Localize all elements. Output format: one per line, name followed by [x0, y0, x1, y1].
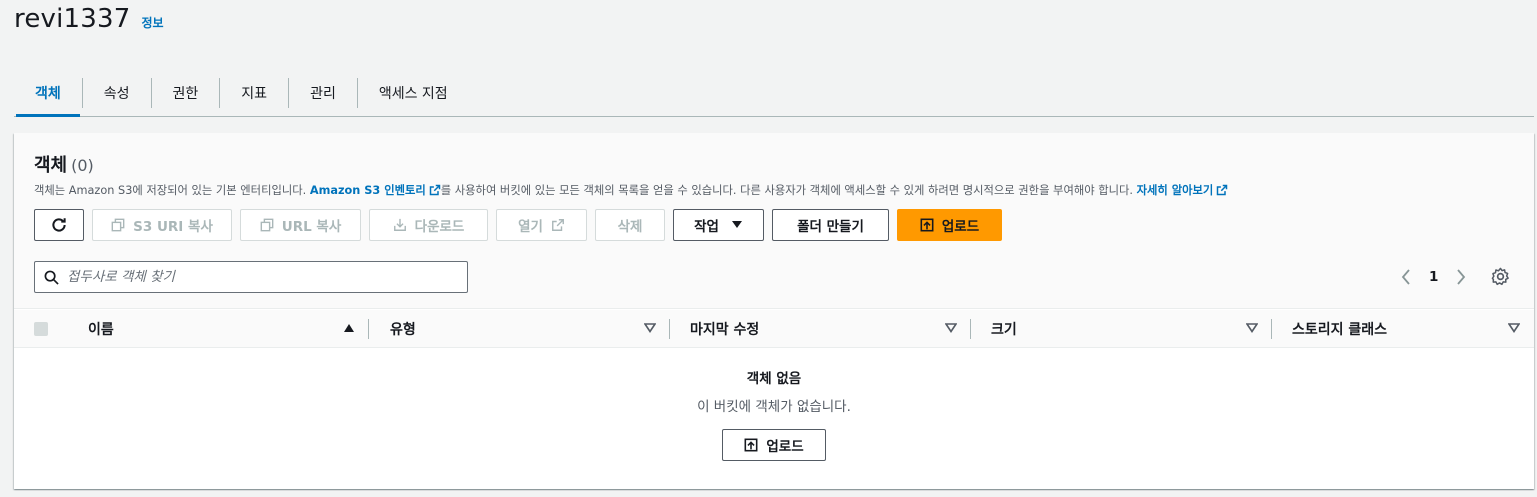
empty-state-upload-button[interactable]: 업로드 [722, 429, 826, 461]
objects-title-text: 객체 [34, 155, 68, 176]
copy-url-button[interactable]: URL 복사 [240, 209, 361, 241]
search-icon [44, 270, 59, 285]
column-divider [1271, 319, 1272, 339]
sort-icon[interactable] [1508, 323, 1520, 333]
sort-icon[interactable] [1246, 323, 1258, 333]
tab-management[interactable]: 관리 [289, 70, 357, 116]
current-page[interactable]: 1 [1429, 269, 1438, 285]
download-icon [393, 218, 406, 231]
copy-icon [260, 218, 274, 232]
tab-metrics[interactable]: 지표 [220, 70, 288, 116]
column-header-name[interactable]: 이름 [88, 310, 114, 348]
column-header-size[interactable]: 크기 [991, 310, 1017, 348]
delete-button[interactable]: 삭제 [595, 209, 665, 241]
next-page-button[interactable] [1452, 266, 1470, 288]
empty-state: 객체 없음 이 버킷에 객체가 없습니다. 업로드 [14, 367, 1534, 461]
table-header: 이름 유형 마지막 수정 크기 스토리지 클래스 [14, 310, 1534, 348]
download-button[interactable]: 다운로드 [369, 209, 488, 241]
bucket-title: revi1337 [14, 4, 131, 34]
chevron-left-icon [1401, 269, 1410, 285]
tab-objects[interactable]: 객체 [14, 70, 82, 117]
chevron-right-icon [1457, 269, 1466, 285]
column-header-last-modified[interactable]: 마지막 수정 [690, 310, 759, 348]
previous-page-button[interactable] [1397, 266, 1415, 288]
info-link[interactable]: 정보 [142, 14, 164, 31]
column-divider [368, 319, 369, 339]
caret-down-icon [731, 221, 742, 228]
copy-icon [111, 218, 125, 232]
bucket-tabs: 객체 속성 권한 지표 관리 액세스 지점 [14, 70, 1534, 117]
create-folder-button[interactable]: 폴더 만들기 [772, 209, 889, 241]
inventory-link[interactable]: Amazon S3 인벤토리 [310, 184, 441, 197]
objects-panel: 객체 (0) 객체는 Amazon S3에 저장되어 있는 기본 엔터티입니다. … [14, 133, 1534, 489]
open-button[interactable]: 열기 [496, 209, 587, 241]
column-header-storage-class[interactable]: 스토리지 클래스 [1292, 310, 1387, 348]
empty-state-description: 이 버킷에 객체가 없습니다. [697, 399, 851, 415]
upload-icon [744, 438, 758, 452]
preferences-button[interactable] [1491, 267, 1510, 290]
column-divider [669, 319, 670, 339]
object-count: (0) [71, 156, 94, 175]
s3-bucket-page: revi1337 정보 객체 속성 권한 지표 관리 액세스 지점 객체 (0) … [0, 0, 1537, 497]
tab-permissions[interactable]: 권한 [152, 70, 220, 116]
bucket-header: revi1337 정보 [14, 4, 164, 34]
column-header-type[interactable]: 유형 [390, 310, 416, 348]
actions-dropdown[interactable]: 작업 [673, 209, 764, 241]
copy-s3-uri-button[interactable]: S3 URI 복사 [92, 209, 232, 241]
objects-panel-title: 객체 (0) [34, 151, 94, 177]
upload-icon [920, 218, 934, 232]
tab-properties[interactable]: 속성 [83, 70, 151, 116]
search-box [34, 261, 468, 293]
objects-panel-header: 객체 (0) 객체는 Amazon S3에 저장되어 있는 기본 엔터티입니다. … [14, 133, 1534, 309]
search-input[interactable] [67, 262, 463, 292]
refresh-button[interactable] [34, 209, 84, 241]
upload-button[interactable]: 업로드 [897, 209, 1002, 241]
description-text: 객체는 Amazon S3에 저장되어 있는 기본 엔터티입니다. [34, 184, 310, 197]
gear-icon [1491, 267, 1509, 286]
empty-state-title: 객체 없음 [746, 371, 802, 387]
sort-icon[interactable] [945, 323, 957, 333]
column-divider [970, 319, 971, 339]
external-link-icon [1217, 184, 1228, 196]
refresh-icon [52, 218, 66, 232]
select-all-checkbox[interactable] [34, 322, 48, 336]
objects-description: 객체는 Amazon S3에 저장되어 있는 기본 엔터티입니다. Amazon… [34, 182, 1228, 198]
learn-more-link[interactable]: 자세히 알아보기 [1137, 184, 1229, 197]
sort-ascending-icon[interactable] [343, 323, 355, 333]
external-link-icon [429, 184, 441, 196]
tab-access-points[interactable]: 액세스 지점 [358, 70, 469, 116]
pagination: 1 [1397, 266, 1470, 288]
external-link-icon [551, 219, 564, 231]
sort-icon[interactable] [644, 323, 656, 333]
description-text: 를 사용하여 버킷에 있는 모든 객체의 목록을 얻을 수 있습니다. 다른 사… [440, 184, 1137, 197]
